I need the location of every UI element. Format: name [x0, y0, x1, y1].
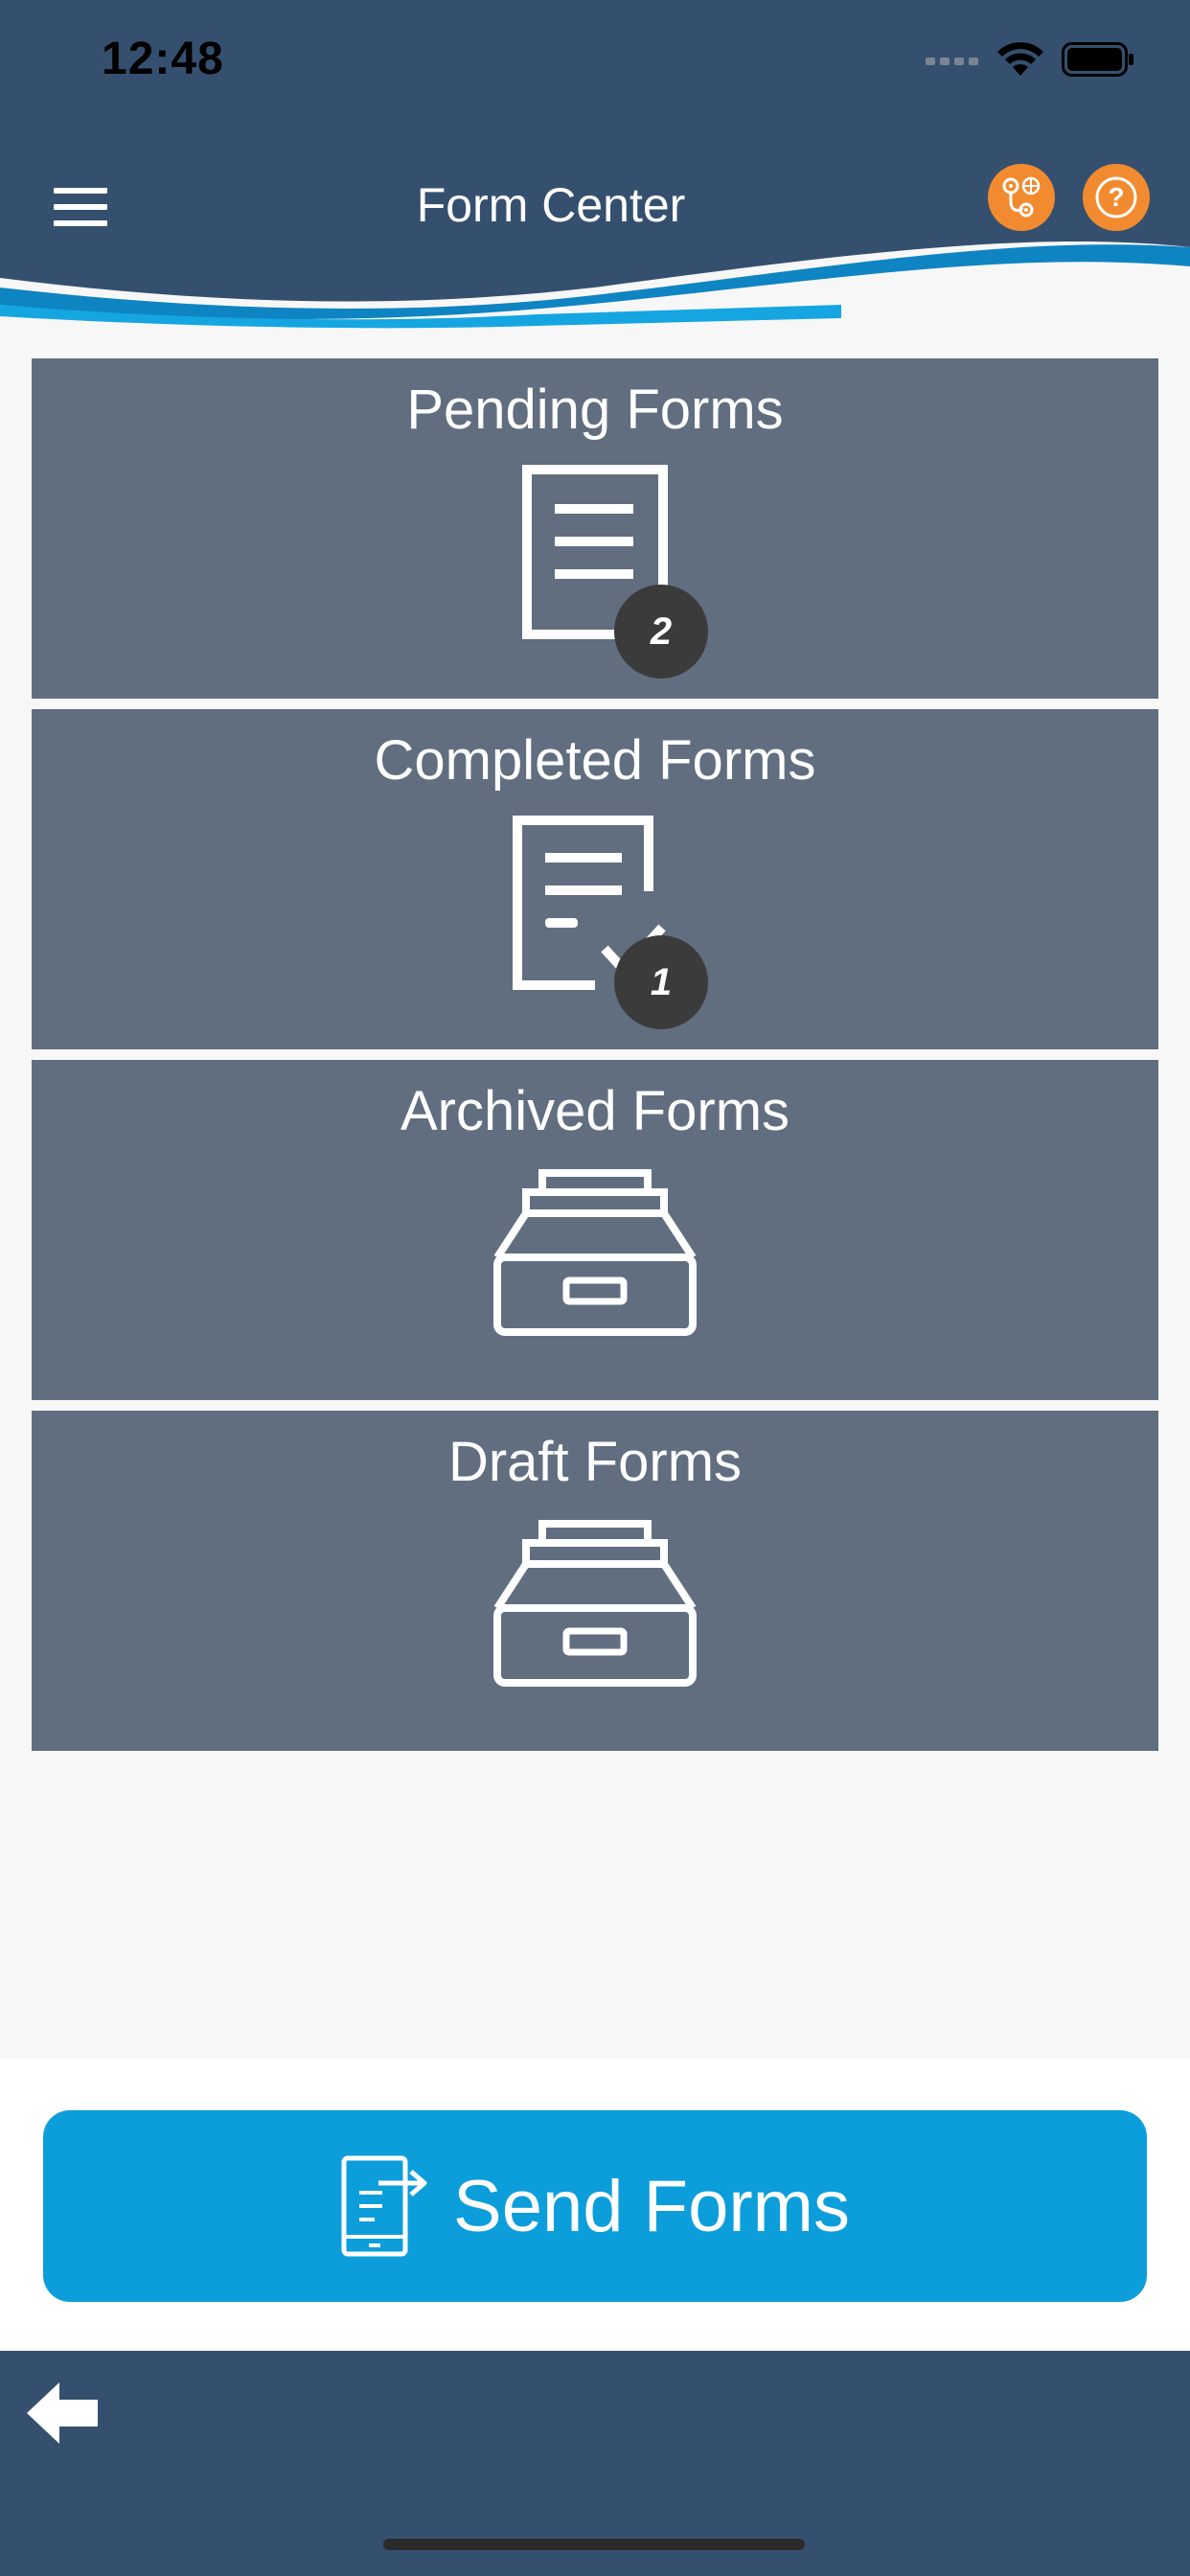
- draft-forms-card[interactable]: Draft Forms: [32, 1411, 1158, 1751]
- send-forms-label: Send Forms: [453, 2165, 850, 2247]
- card-label: Archived Forms: [400, 1080, 790, 1142]
- map-location-button[interactable]: [988, 164, 1055, 231]
- app-header: 12:48 Form Center ?: [0, 0, 1190, 331]
- document-icon: [32, 464, 1158, 646]
- status-icons: [926, 40, 1134, 79]
- pending-count-badge: 2: [614, 585, 708, 678]
- send-forms-button[interactable]: Send Forms: [43, 2110, 1147, 2302]
- card-label: Draft Forms: [447, 1431, 743, 1493]
- wifi-icon: [997, 42, 1043, 76]
- card-label: Pending Forms: [406, 379, 784, 441]
- page-title: Form Center: [416, 178, 686, 232]
- cellular-signal-icon: [926, 58, 978, 65]
- document-check-icon: [32, 815, 1158, 997]
- archived-forms-card[interactable]: Archived Forms: [32, 1060, 1158, 1400]
- home-indicator: [383, 2539, 805, 2550]
- back-arrow-icon[interactable]: [25, 2375, 102, 2451]
- status-time: 12:48: [102, 34, 224, 84]
- question-mark-icon: ?: [1095, 176, 1137, 218]
- archive-drawer-icon: [32, 1165, 1158, 1338]
- map-location-icon: [1002, 176, 1041, 218]
- svg-text:?: ?: [1108, 182, 1124, 212]
- card-label: Completed Forms: [374, 729, 816, 792]
- archive-drawer-icon: [32, 1516, 1158, 1689]
- pending-forms-card[interactable]: Pending Forms 2: [32, 358, 1158, 699]
- completed-forms-card[interactable]: Completed Forms 1: [32, 709, 1158, 1049]
- help-button[interactable]: ?: [1083, 164, 1150, 231]
- battery-icon: [1062, 42, 1133, 77]
- send-device-icon: [341, 2155, 427, 2257]
- completed-count-badge: 1: [614, 935, 708, 1029]
